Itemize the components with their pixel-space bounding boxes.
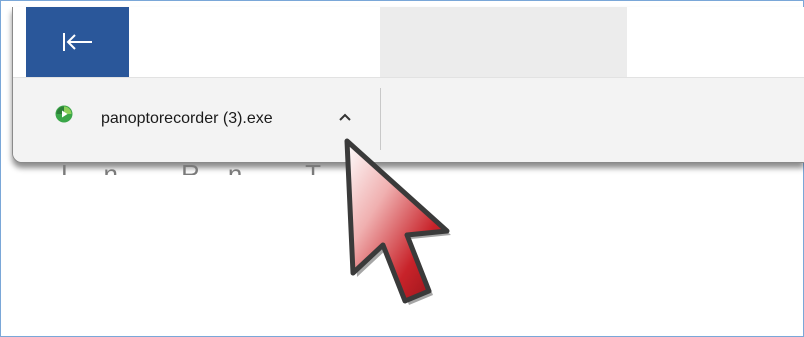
back-arrow-icon — [62, 33, 92, 51]
back-button[interactable] — [26, 7, 129, 77]
panopto-recorder-icon — [55, 105, 73, 123]
download-filename: panoptorecorder (3).exe — [101, 110, 273, 127]
mouse-pointer-icon — [344, 138, 451, 305]
blank-tab[interactable] — [380, 7, 627, 77]
screenshot-frame: panoptorecorder (3).exe Ln Rn Tn — [0, 0, 804, 337]
chevron-up-icon[interactable] — [334, 106, 356, 128]
tab-strip — [13, 7, 804, 77]
